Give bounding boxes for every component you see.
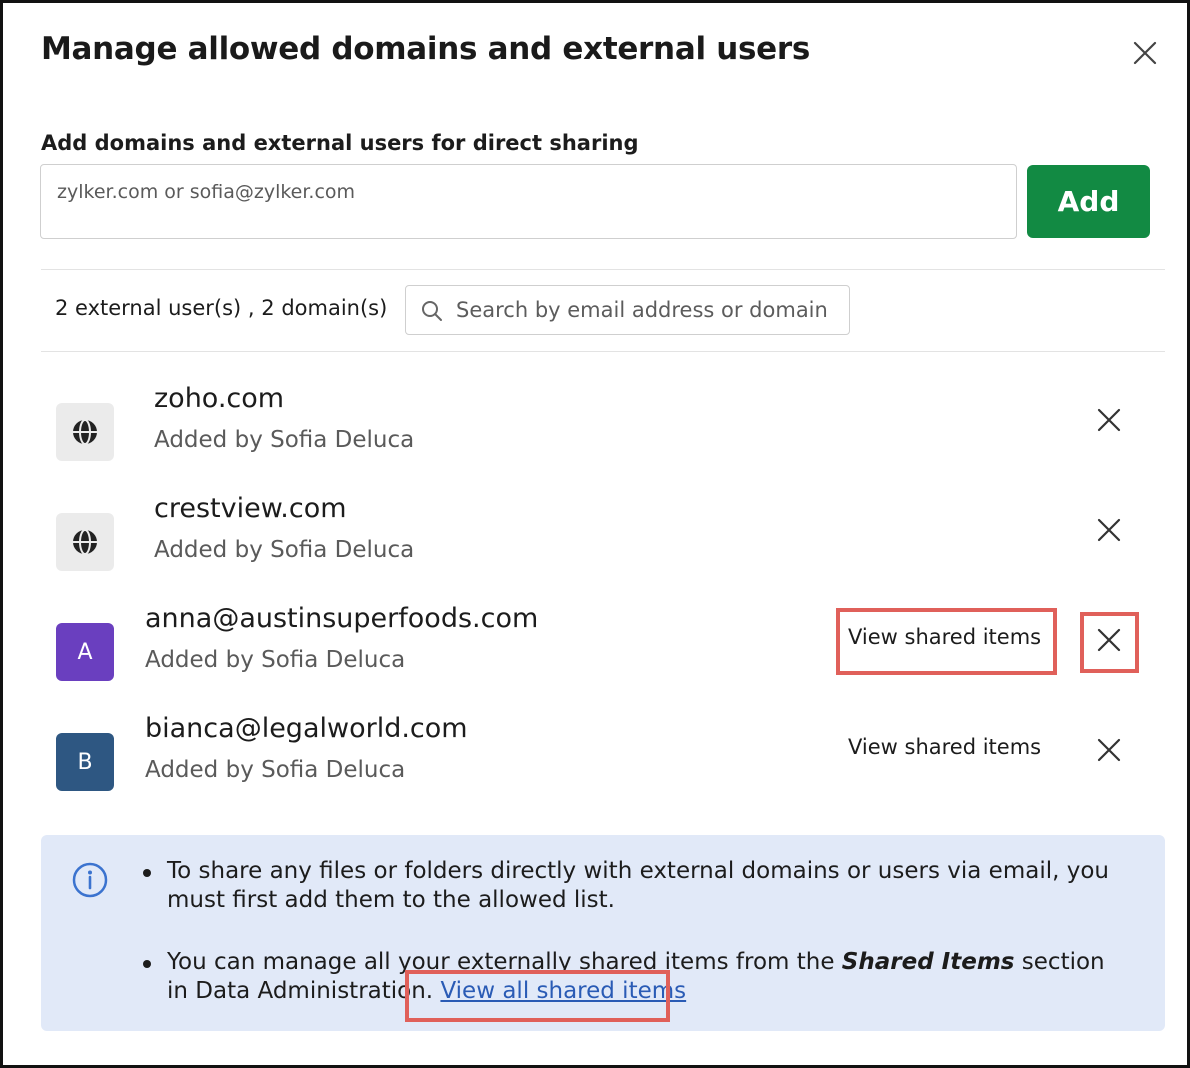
close-icon xyxy=(1097,408,1121,432)
list-item-user: B bianca@legalworld.com Added by Sofia D… xyxy=(41,713,1165,833)
globe-icon xyxy=(73,529,97,555)
entry-name: bianca@legalworld.com xyxy=(145,713,468,744)
divider xyxy=(41,351,1165,352)
domain-avatar xyxy=(56,513,114,571)
list-item-domain: zoho.com Added by Sofia Deluca xyxy=(41,383,1165,503)
entry-added-by: Added by Sofia Deluca xyxy=(154,537,415,563)
close-dialog-button[interactable] xyxy=(1129,37,1161,69)
divider xyxy=(41,269,1165,270)
add-button[interactable]: Add xyxy=(1027,165,1150,238)
avatar: B xyxy=(56,733,114,791)
close-icon xyxy=(1133,41,1157,65)
manage-domains-dialog: Manage allowed domains and external user… xyxy=(0,0,1190,1068)
dialog-title: Manage allowed domains and external user… xyxy=(41,31,811,67)
remove-entry-button[interactable] xyxy=(1094,735,1124,765)
highlight-box xyxy=(1080,612,1139,673)
avatar: A xyxy=(56,623,114,681)
shared-items-emphasis: Shared Items xyxy=(841,949,1015,975)
highlight-box xyxy=(836,608,1057,675)
add-section-label: Add domains and external users for direc… xyxy=(41,131,639,155)
globe-icon xyxy=(73,419,97,445)
entry-name: anna@austinsuperfoods.com xyxy=(145,603,539,634)
close-icon xyxy=(1097,518,1121,542)
info-bullet: To share any files or folders directly w… xyxy=(141,857,1131,915)
entry-added-by: Added by Sofia Deluca xyxy=(154,427,415,453)
entries-count: 2 external user(s) , 2 domain(s) xyxy=(55,296,388,320)
entry-name: zoho.com xyxy=(154,383,285,414)
entry-added-by: Added by Sofia Deluca xyxy=(145,757,406,783)
search-icon xyxy=(422,301,442,321)
entry-added-by: Added by Sofia Deluca xyxy=(145,647,406,673)
search-box[interactable] xyxy=(405,285,850,335)
add-domain-input[interactable] xyxy=(40,164,1017,239)
info-icon xyxy=(72,862,108,898)
remove-entry-button[interactable] xyxy=(1094,515,1124,545)
list-item-domain: crestview.com Added by Sofia Deluca xyxy=(41,493,1165,613)
search-input[interactable] xyxy=(456,290,841,330)
remove-entry-button[interactable] xyxy=(1094,405,1124,435)
entry-name: crestview.com xyxy=(154,493,347,524)
view-shared-items-link[interactable]: View shared items xyxy=(848,735,1041,759)
close-icon xyxy=(1097,738,1121,762)
highlight-box xyxy=(405,970,670,1022)
domain-avatar xyxy=(56,403,114,461)
